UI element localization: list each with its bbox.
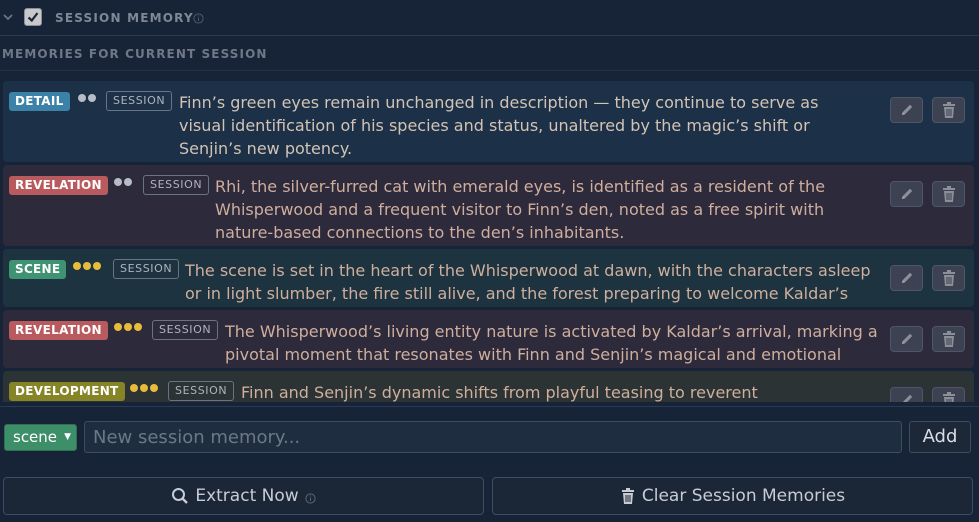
importance-dot: [114, 323, 122, 331]
importance-indicator: [78, 94, 96, 104]
info-icon[interactable]: [305, 492, 316, 504]
info-icon[interactable]: [193, 13, 204, 24]
section-header[interactable]: SESSION MEMORY: [0, 0, 979, 36]
add-button[interactable]: Add: [909, 421, 971, 453]
memory-card: SCENE SESSION The scene is set in the he…: [3, 249, 974, 326]
pencil-icon: [901, 272, 912, 283]
importance-dot: [83, 262, 91, 270]
section-title: SESSION MEMORY: [55, 11, 194, 25]
trash-icon: [942, 331, 955, 347]
edit-button[interactable]: [890, 387, 923, 402]
importance-dot: [78, 94, 86, 102]
extract-now-label: Extract Now: [195, 486, 299, 506]
scope-badge: SESSION: [168, 381, 235, 401]
pencil-icon: [901, 188, 912, 199]
delete-button[interactable]: [932, 265, 965, 291]
memory-type-select-value: scene: [13, 428, 58, 446]
checkmark-icon: [27, 12, 39, 23]
search-icon: [172, 488, 189, 504]
importance-indicator: [114, 323, 142, 333]
divider: [0, 70, 979, 71]
importance-dot: [93, 262, 101, 270]
scope-badge: SESSION: [152, 320, 219, 340]
memory-type-badge: REVELATION: [9, 176, 108, 195]
importance-dot: [73, 262, 81, 270]
scope-badge: SESSION: [143, 175, 210, 195]
memory-text: Finn’s green eyes remain unchanged in de…: [179, 93, 819, 158]
importance-dot: [114, 178, 122, 186]
memory-type-badge: REVELATION: [9, 321, 108, 340]
delete-button[interactable]: [932, 326, 965, 352]
edit-button[interactable]: [890, 265, 923, 291]
scope-badge: SESSION: [113, 259, 180, 279]
memories-subheader: MEMORIES FOR CURRENT SESSION: [2, 47, 268, 61]
importance-dot: [124, 323, 132, 331]
memory-card: DETAIL SESSION Finn’s green eyes remain …: [3, 81, 974, 162]
memory-card: DEVELOPMENT SESSION Finn and Senjin’s dy…: [3, 371, 974, 402]
edit-button[interactable]: [890, 326, 923, 352]
new-memory-input[interactable]: [84, 421, 902, 453]
memory-type-select[interactable]: scene ▼: [4, 424, 77, 451]
importance-indicator: [114, 178, 132, 188]
memory-card: REVELATION SESSION Rhi, the silver-furre…: [3, 165, 974, 246]
importance-dot: [150, 384, 158, 392]
edit-button[interactable]: [890, 97, 923, 123]
importance-indicator: [73, 262, 101, 272]
memory-card: REVELATION SESSION The Whisperwood’s liv…: [3, 310, 974, 387]
edit-button[interactable]: [890, 181, 923, 207]
dropdown-caret-icon: ▼: [64, 432, 71, 442]
delete-button[interactable]: [932, 181, 965, 207]
trash-icon: [942, 102, 955, 118]
trash-icon: [942, 270, 955, 286]
clear-session-memories-label: Clear Session Memories: [641, 486, 846, 506]
pencil-icon: [901, 104, 912, 115]
memory-type-badge: SCENE: [9, 260, 67, 279]
memory-text: Finn and Senjin’s dynamic shifts from pl…: [241, 383, 758, 402]
importance-dot: [134, 323, 142, 331]
importance-indicator: [130, 384, 158, 394]
session-memory-checkbox[interactable]: [24, 8, 42, 26]
trash-icon: [621, 488, 634, 504]
pencil-icon: [901, 333, 912, 344]
divider: [0, 406, 979, 407]
session-memory-panel: SESSION MEMORY MEMORIES FOR CURRENT SESS…: [0, 0, 979, 522]
importance-dot: [124, 178, 132, 186]
memory-text: Rhi, the silver-furred cat with emerald …: [215, 177, 826, 242]
pencil-icon: [902, 394, 912, 402]
memory-type-badge: DEVELOPMENT: [9, 382, 125, 401]
delete-button[interactable]: [932, 387, 965, 402]
importance-dot: [88, 94, 96, 102]
extract-now-button[interactable]: Extract Now: [3, 477, 484, 515]
chevron-down-icon[interactable]: [2, 11, 14, 23]
memory-list[interactable]: DETAIL SESSION Finn’s green eyes remain …: [0, 79, 979, 402]
memory-type-badge: DETAIL: [9, 92, 70, 111]
scope-badge: SESSION: [106, 91, 173, 111]
delete-button[interactable]: [932, 97, 965, 123]
clear-session-memories-button[interactable]: Clear Session Memories: [492, 477, 973, 515]
importance-dot: [140, 384, 148, 392]
trash-icon: [942, 186, 955, 202]
importance-dot: [130, 384, 138, 392]
trash-icon: [942, 392, 955, 402]
